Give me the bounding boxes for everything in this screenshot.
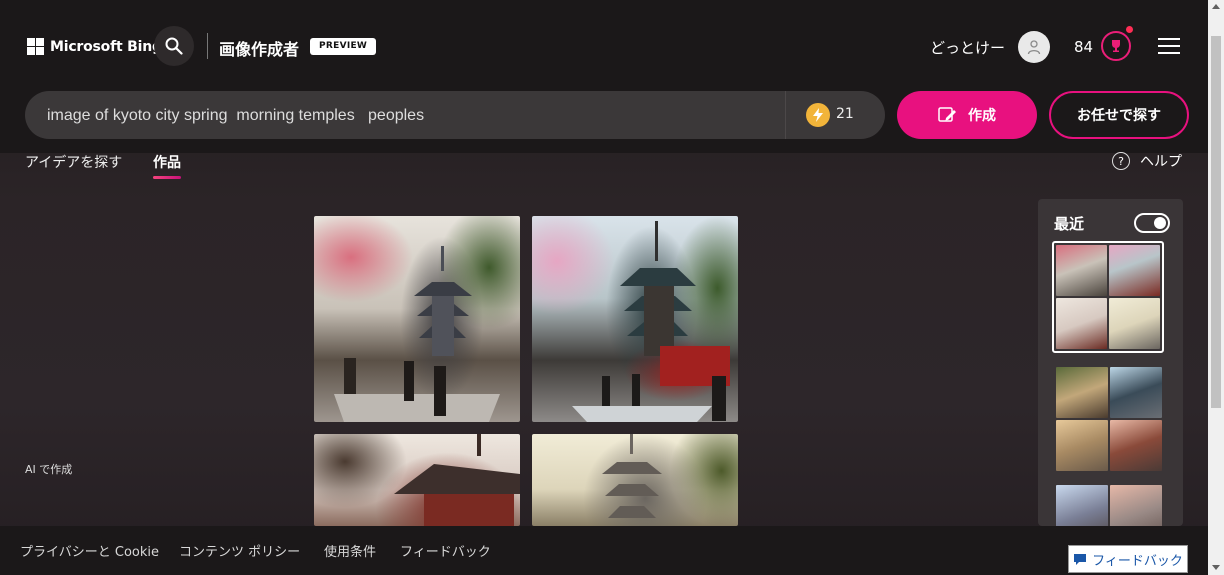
recent-set-1[interactable] (1052, 241, 1164, 353)
recent-set-3[interactable] (1056, 485, 1162, 526)
footer-link-content-policy[interactable]: コンテンツ ポリシー (179, 541, 300, 560)
search-button[interactable] (154, 26, 194, 66)
app-title[interactable]: 画像作成者 (219, 36, 299, 60)
footer-link-terms[interactable]: 使用条件 (324, 541, 376, 560)
help-label: ヘルプ (1140, 154, 1182, 170)
prompt-divider (785, 91, 786, 139)
create-label: 作成 (968, 108, 996, 124)
toggle-knob (1154, 217, 1166, 229)
top-bar: Microsoft Bing 画像作成者 PREVIEW どっとけー 84 im… (0, 0, 1208, 153)
header-divider (207, 33, 208, 59)
prompt-input[interactable] (45, 91, 769, 141)
recent-toggle[interactable] (1134, 213, 1170, 233)
recent-thumb (1110, 420, 1162, 471)
user-name[interactable]: どっとけー (930, 37, 1005, 58)
tab-explore-ideas[interactable]: アイデアを探す (25, 152, 122, 172)
footer-link-privacy[interactable]: プライバシーと Cookie (20, 541, 159, 560)
windows-logo-icon (27, 38, 44, 55)
rewards-button[interactable] (1101, 31, 1131, 61)
feedback-button-label: フィードバック (1092, 552, 1183, 568)
user-avatar[interactable] (1018, 31, 1050, 63)
search-icon (165, 37, 183, 55)
bing-logo[interactable]: Microsoft Bing (27, 38, 162, 55)
recent-panel: 最近 (1038, 199, 1183, 526)
lightning-icon (813, 108, 823, 122)
scroll-up-arrow-icon[interactable] (1212, 4, 1220, 9)
pagoda-illustration (572, 221, 730, 422)
vertical-scrollbar[interactable] (1208, 0, 1224, 575)
feedback-button[interactable]: フィードバック (1068, 545, 1188, 573)
active-tab-underline (153, 176, 181, 179)
generated-image-4[interactable] (532, 434, 738, 526)
recent-set-2[interactable] (1056, 367, 1162, 471)
create-button[interactable]: 作成 (897, 91, 1037, 139)
recent-thumb (1109, 245, 1160, 296)
feedback-chat-icon (1074, 553, 1087, 565)
recent-thumb (1056, 367, 1108, 418)
create-pencil-icon (938, 107, 956, 122)
generated-image-3[interactable] (314, 434, 520, 526)
pagoda-illustration (602, 434, 662, 518)
generated-image-2[interactable] (532, 216, 738, 422)
recent-thumb (1056, 420, 1108, 471)
recent-thumb (1056, 298, 1107, 349)
help-link[interactable]: ? ヘルプ (1112, 151, 1182, 171)
recent-thumb (1056, 485, 1108, 526)
temple-illustration (394, 434, 520, 526)
ai-made-label: AI で作成 (25, 463, 73, 476)
footer: プライバシーと Cookie コンテンツ ポリシー 使用条件 フィードバック (0, 526, 1208, 575)
brand-name: Microsoft Bing (50, 38, 162, 55)
scroll-down-arrow-icon[interactable] (1212, 565, 1220, 570)
hamburger-menu-icon[interactable] (1158, 38, 1180, 54)
surprise-me-button[interactable]: お任せで探す (1049, 91, 1189, 139)
prompt-box: 21 (25, 91, 885, 141)
recent-thumb (1110, 485, 1162, 526)
generated-image-1[interactable] (314, 216, 520, 422)
help-icon: ? (1112, 152, 1130, 170)
recent-thumb (1110, 367, 1162, 418)
recent-thumb (1109, 298, 1160, 349)
scrollbar-thumb[interactable] (1211, 36, 1221, 408)
user-avatar-icon (1027, 40, 1041, 55)
recent-title: 最近 (1054, 215, 1085, 233)
rewards-points[interactable]: 84 (1074, 38, 1093, 56)
tab-creations[interactable]: 作品 (153, 152, 181, 172)
rewards-trophy-icon (1112, 40, 1120, 52)
pagoda-illustration (334, 246, 500, 422)
notification-dot (1126, 26, 1133, 33)
footer-link-feedback[interactable]: フィードバック (400, 541, 491, 560)
preview-badge: PREVIEW (310, 38, 377, 55)
boost-count: 21 (836, 106, 854, 122)
recent-thumb (1056, 245, 1107, 296)
boost-icon[interactable] (806, 103, 830, 127)
